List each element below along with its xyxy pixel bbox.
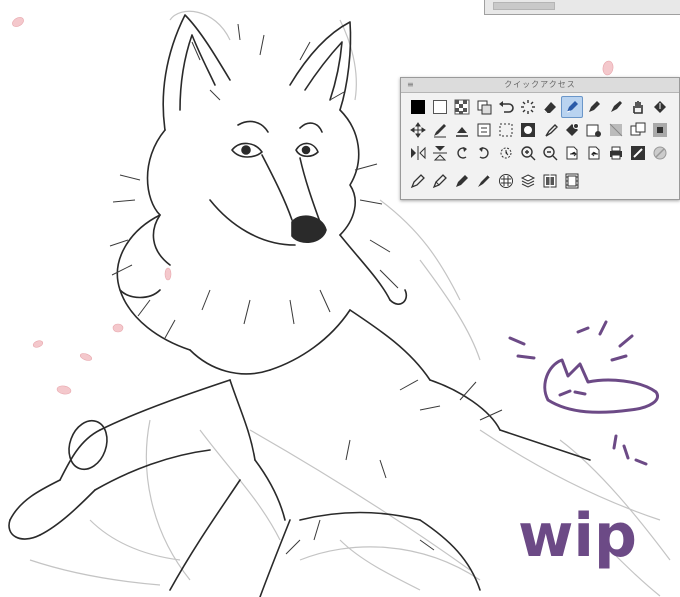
loading-icon[interactable] (517, 96, 539, 118)
copy-icon[interactable] (473, 96, 495, 118)
fill-layer-icon[interactable] (561, 119, 583, 141)
pencil-1-icon[interactable] (407, 170, 429, 192)
new-layer-icon[interactable] (583, 119, 605, 141)
undo-icon[interactable] (495, 96, 517, 118)
flip-vertical-icon[interactable] (429, 142, 451, 164)
doodle-fox (508, 320, 659, 466)
pen-tool-icon[interactable] (561, 96, 583, 118)
color-white-swatch[interactable] (429, 96, 451, 118)
zoom-out-icon[interactable] (539, 142, 561, 164)
layers-icon[interactable] (605, 119, 627, 141)
selection-icon[interactable] (495, 119, 517, 141)
ink-pen-icon[interactable] (605, 96, 627, 118)
wip-doodle-text: wip (518, 501, 637, 571)
quick-access-row (407, 142, 671, 165)
panel-icon[interactable] (539, 170, 561, 192)
quick-access-row (407, 96, 671, 119)
pen-icon[interactable] (583, 96, 605, 118)
color-black-swatch[interactable] (407, 96, 429, 118)
texture-icon[interactable] (495, 170, 517, 192)
rotate-right-icon[interactable] (473, 142, 495, 164)
panel-titlebar[interactable]: ≡ クイックアクセス (401, 78, 679, 93)
film-icon[interactable] (561, 170, 583, 192)
transparent-swatch[interactable] (451, 96, 473, 118)
pencil-icon[interactable] (429, 119, 451, 141)
quick-access-panel: ≡ クイックアクセス (400, 77, 680, 200)
fill-icon[interactable] (649, 96, 671, 118)
quick-access-row (407, 119, 671, 142)
no-entry-icon[interactable] (649, 142, 671, 164)
pencil-2-icon[interactable] (429, 170, 451, 192)
slider-track[interactable] (493, 2, 555, 10)
print-icon[interactable] (605, 142, 627, 164)
brush-icon[interactable] (539, 119, 561, 141)
hand-icon[interactable] (627, 96, 649, 118)
copy-layer-icon[interactable] (627, 119, 649, 141)
reset-rotation-icon[interactable] (495, 142, 517, 164)
flip-horizontal-icon[interactable] (407, 142, 429, 164)
circle-icon[interactable] (517, 119, 539, 141)
pencil-4-icon[interactable] (473, 170, 495, 192)
petals (12, 17, 614, 395)
zoom-in-icon[interactable] (517, 142, 539, 164)
eraser-icon[interactable] (539, 96, 561, 118)
pencil-3-icon[interactable] (451, 170, 473, 192)
import-icon[interactable] (583, 142, 605, 164)
layers-stack-icon[interactable] (517, 170, 539, 192)
export-icon[interactable] (561, 142, 583, 164)
move-icon[interactable] (407, 119, 429, 141)
mask-icon[interactable] (649, 119, 671, 141)
top-panel (484, 0, 680, 15)
frame-icon[interactable] (627, 142, 649, 164)
fill-bucket-icon[interactable] (451, 119, 473, 141)
panel-title: クイックアクセス (504, 80, 576, 89)
rotate-left-icon[interactable] (451, 142, 473, 164)
layer-icon[interactable] (473, 119, 495, 141)
quick-access-grid (407, 96, 671, 193)
quick-access-row (407, 170, 671, 193)
